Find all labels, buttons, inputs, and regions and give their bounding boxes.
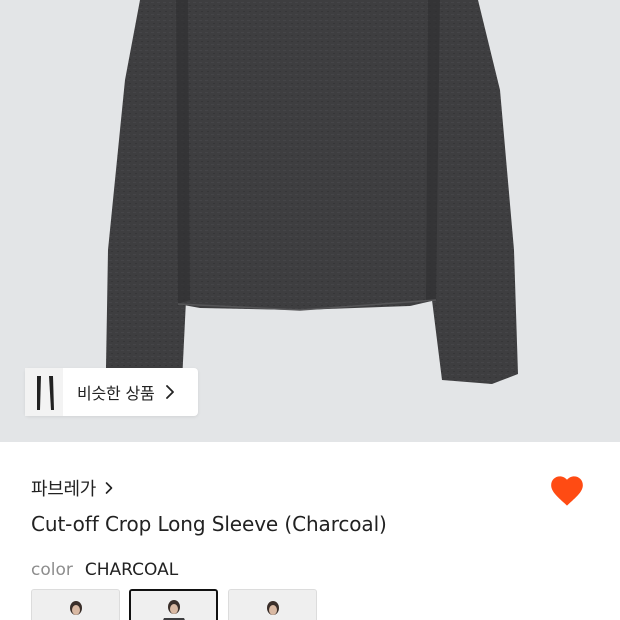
brand-name: 파브레가 xyxy=(31,479,97,500)
product-image[interactable]: 비슷한 상품 xyxy=(0,0,620,442)
similar-products-label: 비슷한 상품 xyxy=(77,384,155,403)
swatch-model-image xyxy=(32,590,119,620)
color-swatch-grey[interactable] xyxy=(228,589,317,620)
color-swatch-charcoal[interactable] xyxy=(129,589,218,620)
color-swatch-black[interactable] xyxy=(31,589,120,620)
color-value: CHARCOAL xyxy=(84,560,179,580)
chevron-right-icon xyxy=(105,482,113,494)
swatch-model-image xyxy=(131,591,216,620)
similar-product-thumbnail xyxy=(25,368,63,416)
swatch-model-image xyxy=(229,590,316,620)
brand-link[interactable]: 파브레가 xyxy=(31,475,113,501)
product-title: Cut-off Crop Long Sleeve (Charcoal) xyxy=(31,512,387,536)
color-label: color xyxy=(31,560,73,580)
color-info: color CHARCOAL xyxy=(31,560,178,580)
heart-icon[interactable] xyxy=(548,472,586,510)
similar-products-button[interactable]: 비슷한 상품 xyxy=(25,368,198,416)
chevron-right-icon xyxy=(165,385,174,399)
